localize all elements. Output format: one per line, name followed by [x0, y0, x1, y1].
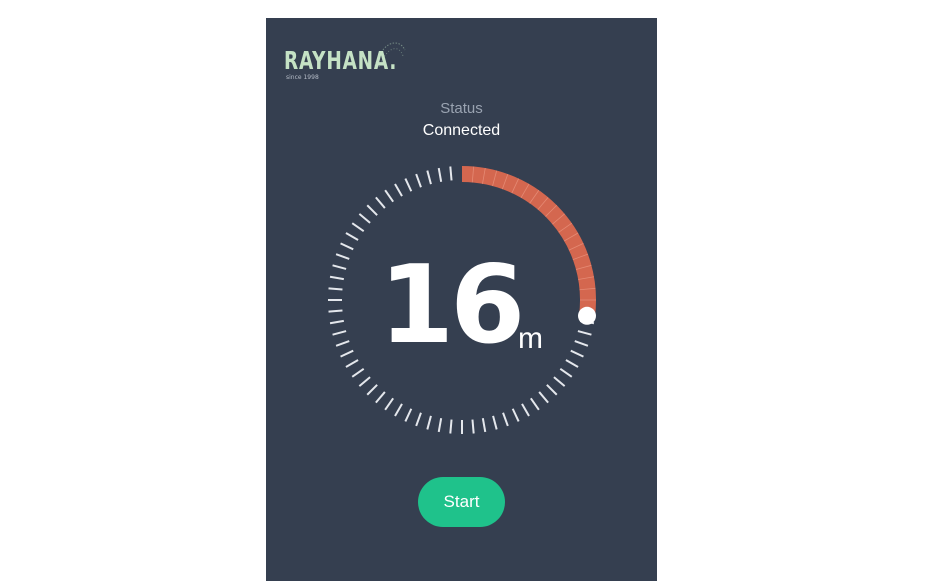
dial-tick	[404, 178, 413, 192]
dial-tick	[437, 418, 443, 433]
dial-tick	[577, 330, 592, 336]
timer-panel: RAYHANA. since 1998 Status Connected 16 …	[266, 18, 657, 581]
dial-tick	[565, 359, 579, 368]
dial-tick	[358, 213, 371, 224]
dial-tick	[415, 173, 422, 188]
dial-tick	[492, 415, 498, 430]
dial-tick	[375, 391, 386, 404]
dial-tick	[366, 384, 378, 396]
dial-tick	[426, 170, 432, 185]
dial-tick	[530, 397, 540, 411]
dial-tick	[426, 415, 432, 430]
start-button[interactable]: Start	[418, 477, 505, 527]
dial-tick	[546, 384, 558, 396]
dial-tick	[358, 376, 371, 387]
dial-tick	[328, 309, 343, 313]
dial-tick	[340, 349, 354, 358]
dial-tick	[329, 275, 344, 281]
dial-tick	[574, 340, 589, 347]
dial-tick	[404, 408, 413, 422]
dial-tick	[340, 242, 354, 251]
dial-tick	[437, 167, 443, 182]
dial-tick	[329, 319, 344, 325]
dial-tick	[351, 368, 365, 378]
timer-unit: m	[518, 322, 543, 355]
dial-tick	[384, 189, 394, 203]
dial-tick	[332, 330, 347, 336]
dial-tick	[538, 391, 549, 404]
dial-tick	[449, 166, 453, 181]
dial-handle[interactable]	[578, 306, 597, 325]
dial-tick	[415, 412, 422, 427]
dial-tick	[449, 419, 453, 434]
dial-tick	[328, 287, 343, 291]
dial-tick	[559, 368, 573, 378]
dial-tick	[394, 403, 403, 417]
dial-tick	[351, 222, 365, 232]
dial-tick	[481, 418, 487, 433]
dial-tick	[511, 408, 520, 422]
dial-tick	[345, 359, 359, 368]
dial-tick	[471, 419, 475, 434]
dial-tick	[375, 196, 386, 209]
dial-tick	[502, 412, 509, 427]
timer-value: 16	[379, 243, 525, 368]
dial-tick	[570, 349, 584, 358]
dial-tick	[384, 397, 394, 411]
dial-tick	[345, 232, 359, 241]
dial-tick	[553, 376, 566, 387]
dial-tick	[521, 403, 530, 417]
dial-tick	[335, 253, 350, 260]
dial-tick	[394, 183, 403, 197]
dial-tick	[366, 204, 378, 216]
dial-tick	[335, 340, 350, 347]
dial-tick	[332, 264, 347, 270]
